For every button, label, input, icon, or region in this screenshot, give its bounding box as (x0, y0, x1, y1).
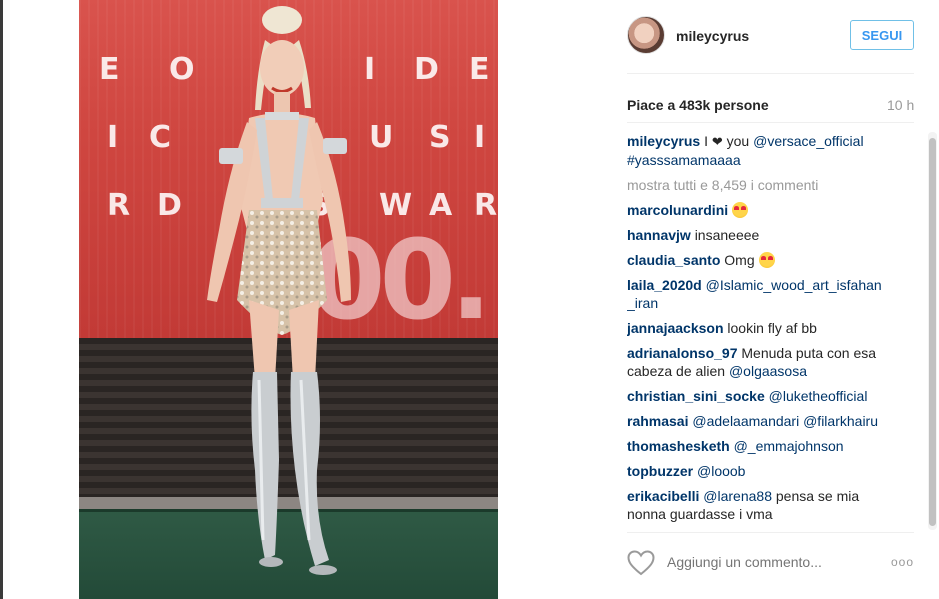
photo-subject (207, 6, 351, 575)
comment-item: topbuzzer @looob (627, 463, 746, 479)
caption-mention[interactable]: @versace_official (753, 133, 863, 149)
heart-outline-icon[interactable] (627, 550, 655, 576)
comment-item: jannajaackson lookin fly af bb (627, 320, 817, 336)
follow-button[interactable]: SEGUI (850, 20, 914, 50)
comments-scrollbar-thumb[interactable] (929, 138, 936, 526)
post-time[interactable]: 10 h (887, 97, 914, 113)
comment-bar-divider (627, 532, 914, 533)
caption-username[interactable]: mileycyrus (627, 133, 700, 149)
post-username[interactable]: mileycyrus (676, 28, 749, 44)
post-photo[interactable]: E O V I D E I C U S I R D S W A R 00. (79, 0, 498, 599)
view-all-comments-link[interactable]: mostra tutti e 8,459 i commenti (627, 177, 818, 193)
comment-item: christian_sini_socke @luketheofficial (627, 388, 868, 404)
likes-count[interactable]: Piace a 483k persone (627, 97, 769, 113)
caption: mileycyrus I ❤ you @versace_official #ya… (627, 133, 864, 168)
comment-item: erikacibelli @larena88 pensa se mia nonn… (627, 488, 860, 522)
post-sidebar: mileycyrus SEGUI Piace a 483k persone 10… (498, 0, 939, 599)
heart-icon: ❤ (711, 134, 723, 149)
likes-divider (627, 122, 914, 123)
more-options-icon[interactable]: ooo (891, 555, 914, 569)
heart-eyes-emoji-icon (732, 202, 749, 218)
comment-item: claudia_santo Omg (627, 251, 913, 269)
comment-bar: ooo (627, 548, 917, 580)
comment-item: hannavjw insaneeee (627, 227, 760, 243)
page-margin (3, 0, 79, 599)
comment-item: rahmasai @adelaamandari @filarkhairu (627, 413, 878, 429)
add-comment-input[interactable] (667, 554, 867, 570)
caption-hashtag[interactable]: #yasssamamaaaa (627, 152, 741, 168)
comment-item: marcolunardini (627, 201, 913, 219)
comment-item: laila_2020d @Islamic_wood_art_isfahan _i… (627, 277, 882, 311)
comments-list: mileycyrus I ❤ you @versace_official #ya… (627, 132, 917, 530)
avatar[interactable] (627, 16, 665, 54)
comment-item: thomashesketh @_emmajohnson (627, 438, 844, 454)
comment-item: adrianalonso_97 Menuda puta con esa cabe… (627, 345, 877, 379)
heart-eyes-emoji-icon (758, 252, 775, 268)
header-divider (627, 73, 914, 74)
